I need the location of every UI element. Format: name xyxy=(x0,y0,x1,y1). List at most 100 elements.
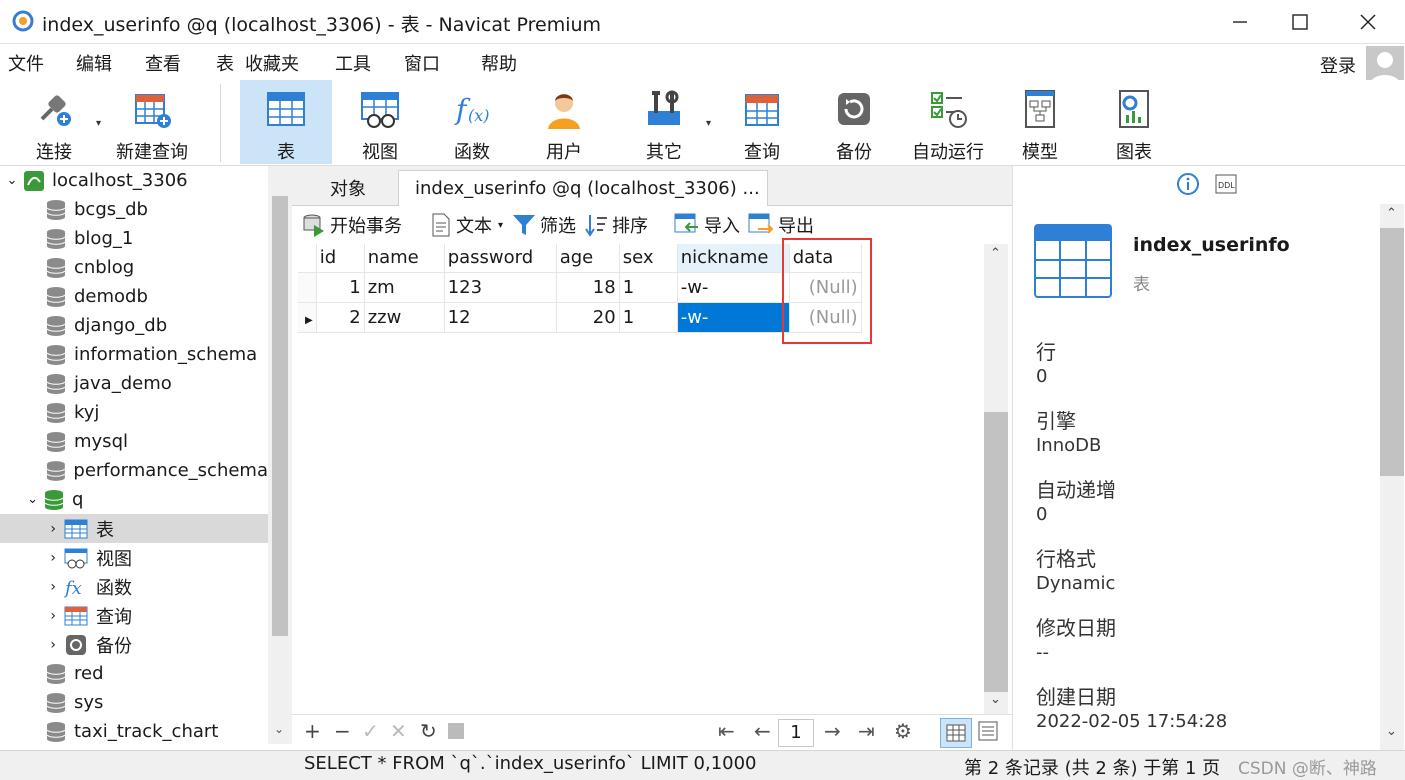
avatar[interactable] xyxy=(1366,46,1404,84)
chevron-down-icon[interactable]: ▾ xyxy=(498,220,503,231)
chevron-right-icon[interactable]: › xyxy=(0,608,64,624)
filter-button[interactable]: 筛选 xyxy=(512,212,576,238)
cell-sex[interactable]: 1 xyxy=(619,302,678,333)
grid-view-button[interactable] xyxy=(940,718,972,748)
tree-item-queries[interactable]: › 查询 xyxy=(0,601,268,630)
menu-edit[interactable]: 编辑 xyxy=(76,50,112,76)
tree-db-item[interactable]: django_db xyxy=(0,311,268,340)
cell-password[interactable]: 123 xyxy=(444,272,557,303)
discard-changes-icon[interactable]: ✕ xyxy=(390,719,407,743)
menu-file[interactable]: 文件 xyxy=(8,50,44,76)
menu-table[interactable]: 表 xyxy=(216,50,234,76)
tree-db-item[interactable]: cnblog xyxy=(0,253,268,282)
tree-db-item[interactable]: bcgs_db xyxy=(0,195,268,224)
tree-scrollbar[interactable]: ⌄ xyxy=(268,166,292,744)
row-indicator[interactable] xyxy=(298,272,317,303)
tree-db-item[interactable]: taxi_track_chart xyxy=(0,717,268,744)
chevron-up-icon[interactable]: ⌃ xyxy=(1386,206,1397,221)
tree-db-item[interactable]: kyj xyxy=(0,398,268,427)
function-button[interactable]: f (x) 函数 xyxy=(432,80,512,164)
tree-item-views[interactable]: › 视图 xyxy=(0,543,268,572)
row-indicator[interactable]: ▶ xyxy=(298,302,317,333)
tree-db-item[interactable]: java_demo xyxy=(0,369,268,398)
new-query-button[interactable]: 新建查询 xyxy=(112,80,192,164)
other-dropdown-icon[interactable]: ▾ xyxy=(706,118,711,129)
chevron-down-icon[interactable]: ⌄ xyxy=(990,692,1001,707)
tree-db-item[interactable]: sys xyxy=(0,688,268,717)
last-page-icon[interactable]: ⇥ xyxy=(858,719,875,743)
menu-view[interactable]: 查看 xyxy=(145,50,181,76)
chevron-right-icon[interactable]: › xyxy=(0,579,64,595)
other-button[interactable]: 其它 xyxy=(624,80,704,164)
delete-record-icon[interactable]: − xyxy=(334,719,351,743)
tree-db-item[interactable]: blog_1 xyxy=(0,224,268,253)
cell-password[interactable]: 12 xyxy=(444,302,557,333)
chevron-right-icon[interactable]: › xyxy=(0,550,64,566)
login-link[interactable]: 登录 xyxy=(1320,52,1356,78)
ddl-icon[interactable]: DDL xyxy=(1214,172,1238,196)
maximize-button[interactable] xyxy=(1270,0,1330,44)
table-row[interactable]: ▶ 2 zzw 12 20 1 -w- (Null) xyxy=(298,302,862,333)
cell-sex[interactable]: 1 xyxy=(619,272,678,303)
column-header-password[interactable]: password xyxy=(444,244,557,273)
tab-objects[interactable]: 对象 xyxy=(320,170,376,206)
query-button[interactable]: 查询 xyxy=(722,80,802,164)
export-button[interactable]: 导出 xyxy=(748,212,814,238)
column-header-sex[interactable]: sex xyxy=(619,244,678,273)
grid-scrollbar-thumb[interactable] xyxy=(984,412,1008,692)
import-button[interactable]: 导入 xyxy=(674,212,740,238)
user-button[interactable]: 用户 xyxy=(524,80,604,164)
cell-age[interactable]: 18 xyxy=(556,272,620,303)
chevron-up-icon[interactable]: ⌃ xyxy=(990,246,1001,261)
grid-scrollbar[interactable]: ⌃ ⌄ xyxy=(984,244,1008,714)
info-icon[interactable] xyxy=(1176,172,1200,196)
tree-item-tables[interactable]: › 表 xyxy=(0,514,268,543)
tree-item-functions[interactable]: › fx 函数 xyxy=(0,572,268,601)
tree-scrollbar-thumb[interactable] xyxy=(272,196,288,636)
chevron-right-icon[interactable]: › xyxy=(0,637,64,653)
table-row[interactable]: 1 zm 123 18 1 -w- (Null) xyxy=(298,272,862,303)
chart-button[interactable]: 图表 xyxy=(1094,80,1174,164)
cell-id[interactable]: 2 xyxy=(316,302,365,333)
tree-db-q[interactable]: ⌄ q xyxy=(0,485,268,514)
column-header-name[interactable]: name xyxy=(364,244,445,273)
table-button[interactable]: 表 xyxy=(240,80,332,164)
tab-index-userinfo[interactable]: index_userinfo @q (localhost_3306) ... xyxy=(398,170,768,206)
info-panel-scrollbar-thumb[interactable] xyxy=(1380,228,1404,476)
previous-page-icon[interactable]: ← xyxy=(754,719,771,743)
info-panel-scrollbar[interactable]: ⌃ ⌄ xyxy=(1380,204,1404,750)
menu-tools[interactable]: 工具 xyxy=(335,50,371,76)
next-page-icon[interactable]: → xyxy=(824,719,841,743)
tree-db-item[interactable]: performance_schema xyxy=(0,456,268,485)
tree-db-item[interactable]: mysql xyxy=(0,427,268,456)
backup-button[interactable]: 备份 xyxy=(814,80,894,164)
menu-window[interactable]: 窗口 xyxy=(404,50,440,76)
view-button[interactable]: 视图 xyxy=(340,80,420,164)
sort-button[interactable]: 排序 xyxy=(584,212,648,238)
chevron-down-icon[interactable]: ⌄ xyxy=(0,173,24,188)
first-page-icon[interactable]: ⇤ xyxy=(718,719,735,743)
column-header-id[interactable]: id xyxy=(316,244,365,273)
apply-changes-icon[interactable]: ✓ xyxy=(362,719,379,743)
tree-connection-node[interactable]: ⌄ localhost_3306 xyxy=(0,166,268,195)
cell-name[interactable]: zzw xyxy=(364,302,445,333)
settings-gear-icon[interactable]: ⚙ xyxy=(894,719,912,743)
cell-id[interactable]: 1 xyxy=(316,272,365,303)
column-header-age[interactable]: age xyxy=(556,244,620,273)
cell-nickname[interactable]: -w- xyxy=(677,272,790,303)
chevron-down-icon[interactable]: ⌄ xyxy=(1386,724,1397,739)
chevron-right-icon[interactable]: › xyxy=(0,521,64,537)
tree-db-item[interactable]: red xyxy=(0,659,268,688)
connect-dropdown-icon[interactable]: ▾ xyxy=(96,118,101,129)
model-button[interactable]: 模型 xyxy=(1000,80,1080,164)
text-button[interactable]: 文本 ▾ xyxy=(430,212,503,238)
chevron-down-icon[interactable]: ⌄ xyxy=(0,492,44,507)
menu-favorites[interactable]: 收藏夹 xyxy=(245,50,299,76)
connect-button[interactable]: 连接 xyxy=(22,80,86,164)
column-header-nickname[interactable]: nickname xyxy=(677,244,790,273)
begin-transaction-button[interactable]: 开始事务 xyxy=(302,212,402,238)
tree-item-backups[interactable]: › 备份 xyxy=(0,630,268,659)
autorun-button[interactable]: 自动运行 xyxy=(906,80,990,164)
chevron-down-icon[interactable]: ⌄ xyxy=(274,722,284,736)
cell-age[interactable]: 20 xyxy=(556,302,620,333)
